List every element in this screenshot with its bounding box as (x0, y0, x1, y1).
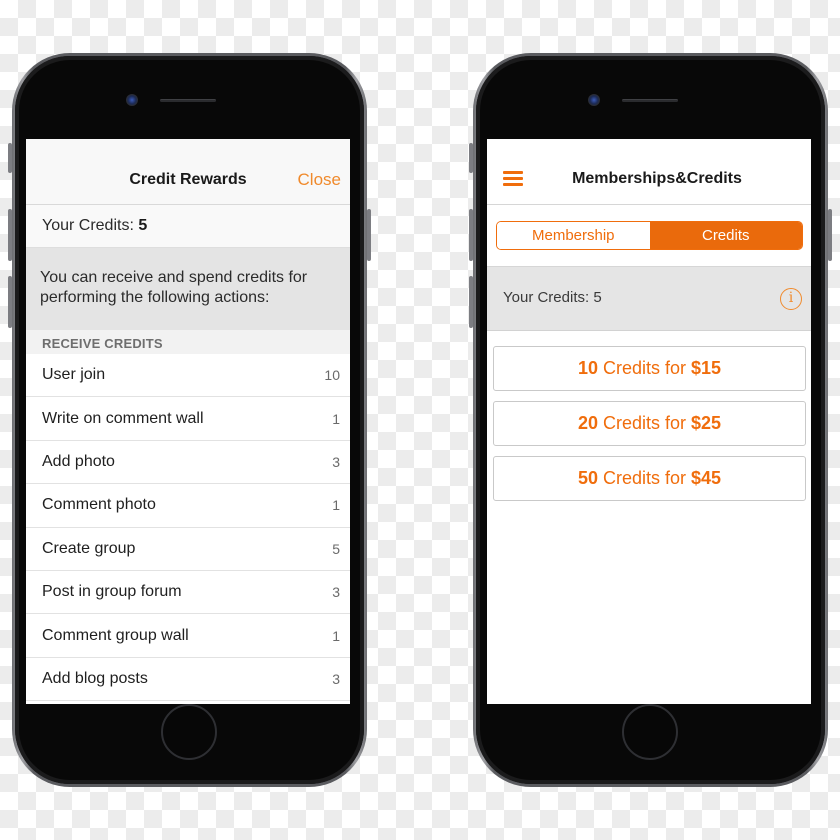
page-title: Memberships&Credits (572, 170, 742, 187)
your-credits-row: Your Credits: 5 i (487, 267, 811, 331)
list-item[interactable]: Add photo 3 (26, 440, 350, 485)
reward-action: Add photo (42, 452, 115, 470)
home-button[interactable] (622, 704, 678, 760)
reward-credits: 3 (332, 670, 340, 687)
package-price: $45 (691, 468, 722, 488)
volume-up-button (469, 209, 473, 261)
reward-action: Post in group forum (42, 583, 182, 601)
reward-credits: 1 (332, 627, 340, 644)
front-camera (126, 94, 138, 106)
left-phone: Credit Rewards Close Your Credits: 5 You… (8, 53, 371, 787)
navigation-bar: Credit Rewards Close (26, 139, 350, 205)
list-item[interactable]: Comment group wall 1 (26, 614, 350, 658)
reward-credits: 1 (332, 410, 340, 427)
list-item[interactable]: Write on comment wall 1 (26, 397, 350, 441)
buy-credits-package-button[interactable]: 20 Credits for $25 (493, 401, 806, 446)
volume-down-button (469, 276, 473, 328)
package-amount: 10 (577, 358, 598, 378)
buy-credits-package-button[interactable]: 10 Credits for $15 (493, 346, 806, 391)
reward-credits: 5 (332, 540, 340, 557)
right-phone: Memberships&Credits Membership Credits Y… (469, 53, 832, 787)
package-price: $25 (691, 413, 722, 433)
mute-switch (8, 143, 12, 173)
reward-action: Create group (42, 539, 136, 557)
package-amount: 50 (577, 468, 598, 488)
credit-rewards-screen: Credit Rewards Close Your Credits: 5 You… (26, 139, 350, 704)
reward-action: Comment group wall (42, 626, 189, 644)
memberships-credits-screen: Memberships&Credits Membership Credits Y… (487, 139, 811, 704)
your-credits-row: Your Credits: 5 (26, 205, 350, 248)
earpiece-speaker (622, 99, 678, 102)
volume-down-button (8, 276, 12, 328)
earpiece-speaker (160, 99, 216, 102)
reward-action: Write on comment wall (42, 409, 204, 427)
front-camera (588, 94, 600, 106)
reward-action: Comment photo (42, 496, 156, 514)
segmented-control: Membership Credits (496, 221, 803, 250)
navigation-bar: Memberships&Credits (487, 139, 811, 205)
package-label: Credits for (602, 358, 686, 378)
power-button (367, 209, 371, 261)
reward-action: User join (42, 366, 106, 384)
list-item[interactable]: Add blog posts 3 (26, 657, 350, 702)
tab-credits[interactable]: Credits (649, 222, 802, 249)
package-label: Credits for (602, 413, 686, 433)
your-credits-text: Your Credits: 5 (503, 289, 602, 306)
your-credits-value: 5 (138, 217, 148, 234)
reward-credits: 3 (332, 453, 340, 470)
home-button[interactable] (161, 704, 217, 760)
credit-packages: 10 Credits for $15 20 Credits for $25 50… (487, 331, 811, 501)
package-amount: 20 (577, 413, 598, 433)
close-button[interactable]: Close (298, 170, 341, 190)
reward-credits: 1 (332, 497, 340, 514)
segmented-control-container: Membership Credits (487, 205, 811, 267)
volume-up-button (8, 209, 12, 261)
mute-switch (469, 143, 473, 173)
list-item[interactable]: Comment photo 1 (26, 484, 350, 528)
reward-credits: 10 (324, 367, 340, 384)
reward-credits: 3 (332, 584, 340, 601)
section-header-receive-credits: RECEIVE CREDITS (26, 330, 350, 354)
package-label: Credits for (602, 468, 686, 488)
list-item[interactable]: Post in group forum 3 (26, 570, 350, 615)
your-credits-label: Your Credits: (42, 217, 134, 234)
info-icon[interactable]: i (780, 288, 802, 310)
reward-action: Add blog posts (42, 669, 148, 687)
power-button (828, 209, 832, 261)
package-price: $15 (691, 358, 722, 378)
list-item[interactable]: User join 10 (26, 354, 350, 398)
tab-membership[interactable]: Membership (497, 222, 650, 249)
buy-credits-package-button[interactable]: 50 Credits for $45 (493, 456, 806, 501)
list-item[interactable]: Create group 5 (26, 527, 350, 571)
reward-list: User join 10 Write on comment wall 1 Add… (26, 354, 350, 702)
info-text: You can receive and spend credits for pe… (26, 248, 350, 330)
